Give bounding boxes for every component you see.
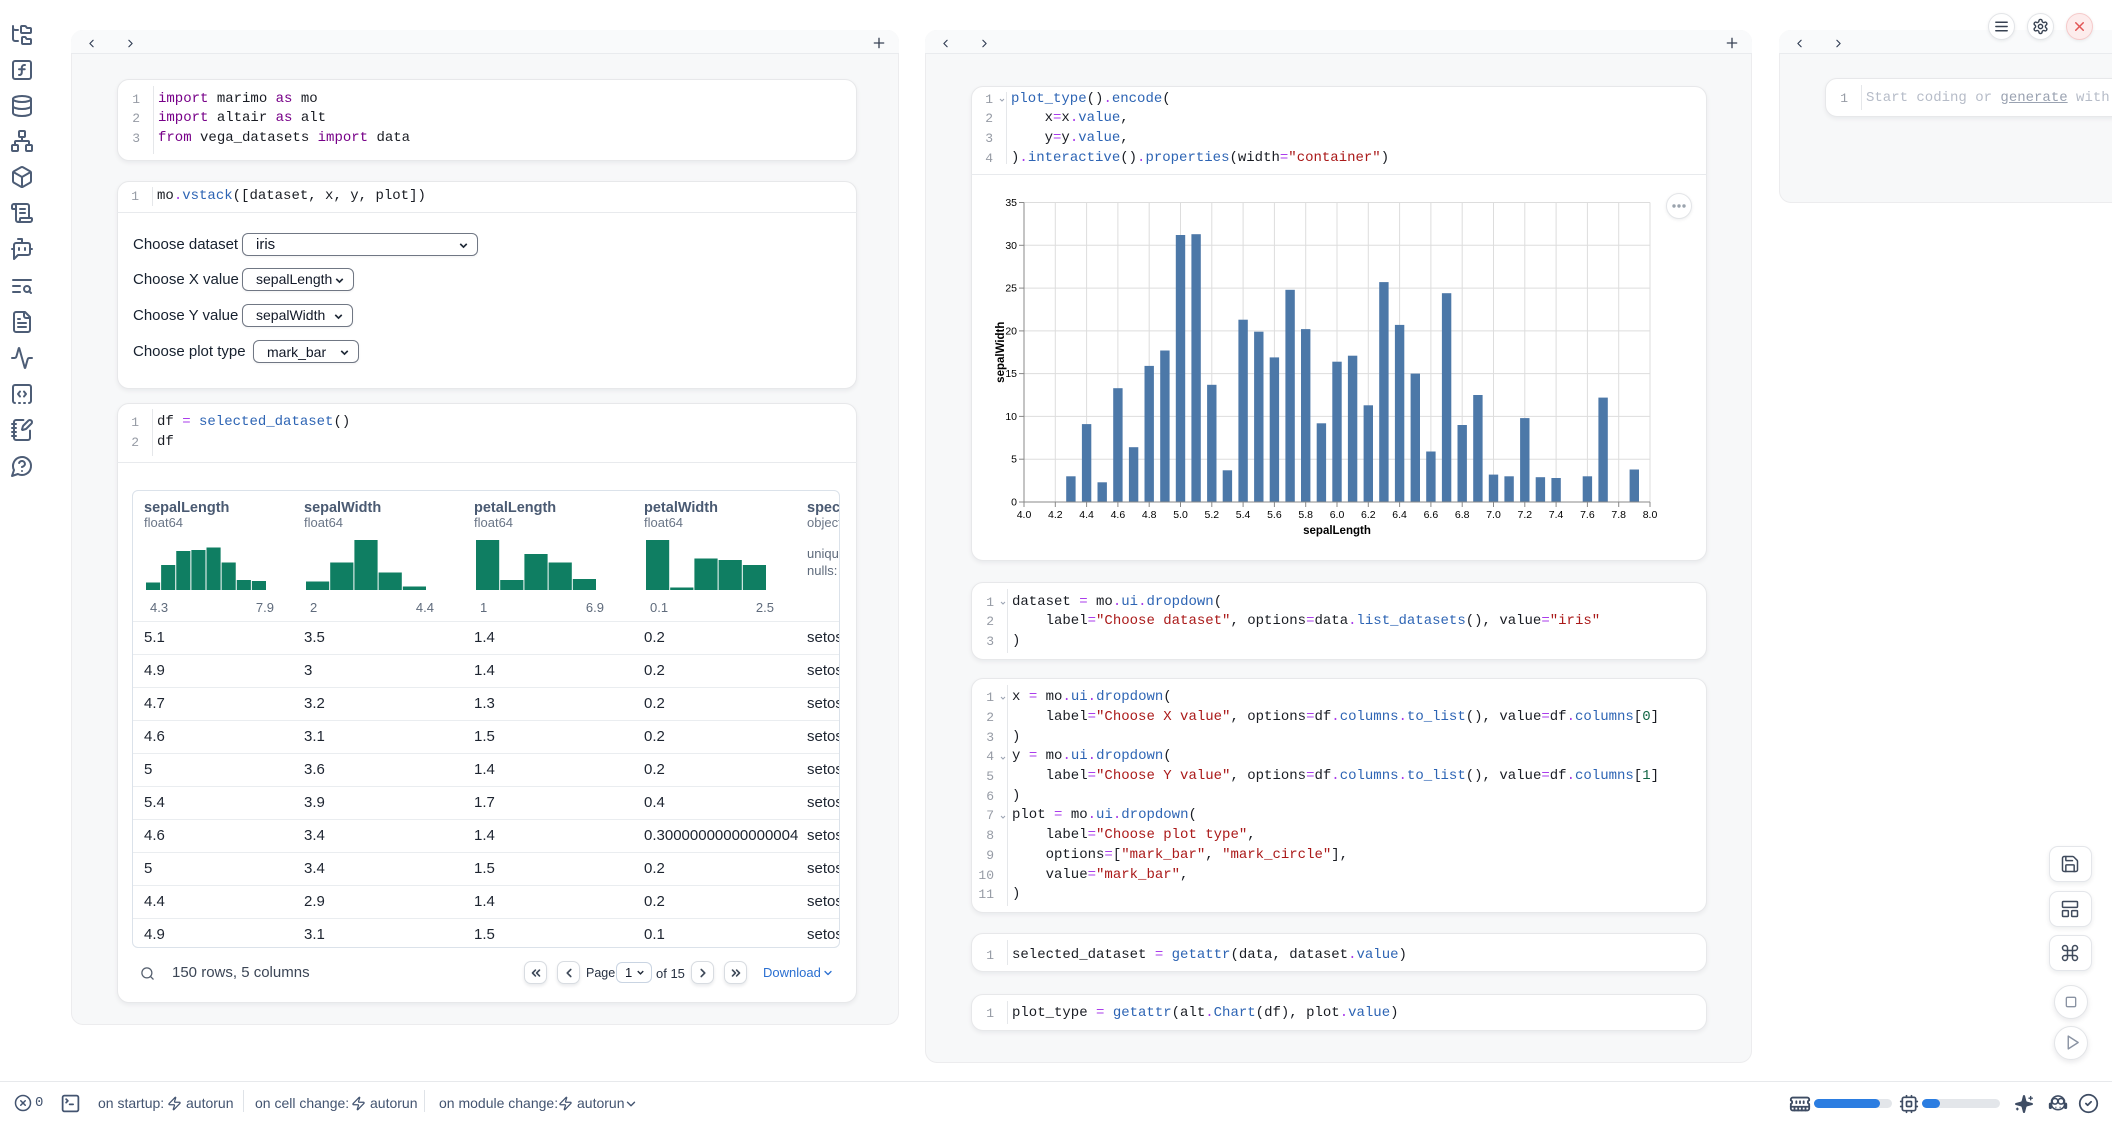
svg-text:4.8: 4.8 (1142, 509, 1157, 521)
svg-text:25: 25 (1005, 283, 1017, 295)
svg-text:20: 20 (1005, 325, 1017, 337)
svg-text:5.2: 5.2 (1204, 509, 1219, 521)
svg-text:6.6: 6.6 (1424, 509, 1439, 521)
svg-text:6.2: 6.2 (1361, 509, 1376, 521)
svg-text:7.4: 7.4 (1549, 509, 1564, 521)
svg-text:7.8: 7.8 (1611, 509, 1626, 521)
svg-text:sepalLength: sepalLength (1303, 525, 1371, 537)
svg-text:35: 35 (1005, 197, 1017, 209)
svg-text:6.4: 6.4 (1392, 509, 1407, 521)
svg-text:4.6: 4.6 (1111, 509, 1126, 521)
svg-text:sepalWidth: sepalWidth (995, 322, 1007, 383)
svg-text:15: 15 (1005, 368, 1017, 380)
svg-text:5.8: 5.8 (1298, 509, 1313, 521)
svg-text:7.0: 7.0 (1486, 509, 1501, 521)
svg-text:10: 10 (1005, 411, 1017, 423)
svg-text:7.2: 7.2 (1517, 509, 1532, 521)
svg-text:6.8: 6.8 (1455, 509, 1470, 521)
svg-text:0: 0 (1011, 497, 1017, 509)
svg-text:5.6: 5.6 (1267, 509, 1282, 521)
svg-text:5.0: 5.0 (1173, 509, 1188, 521)
svg-text:7.6: 7.6 (1580, 509, 1595, 521)
svg-text:4.4: 4.4 (1079, 509, 1094, 521)
svg-text:5: 5 (1011, 454, 1017, 466)
svg-text:30: 30 (1005, 240, 1017, 252)
svg-text:6.0: 6.0 (1330, 509, 1345, 521)
svg-text:4.2: 4.2 (1048, 509, 1063, 521)
svg-text:4.0: 4.0 (1017, 509, 1032, 521)
svg-text:8.0: 8.0 (1643, 509, 1658, 521)
svg-text:5.4: 5.4 (1236, 509, 1251, 521)
